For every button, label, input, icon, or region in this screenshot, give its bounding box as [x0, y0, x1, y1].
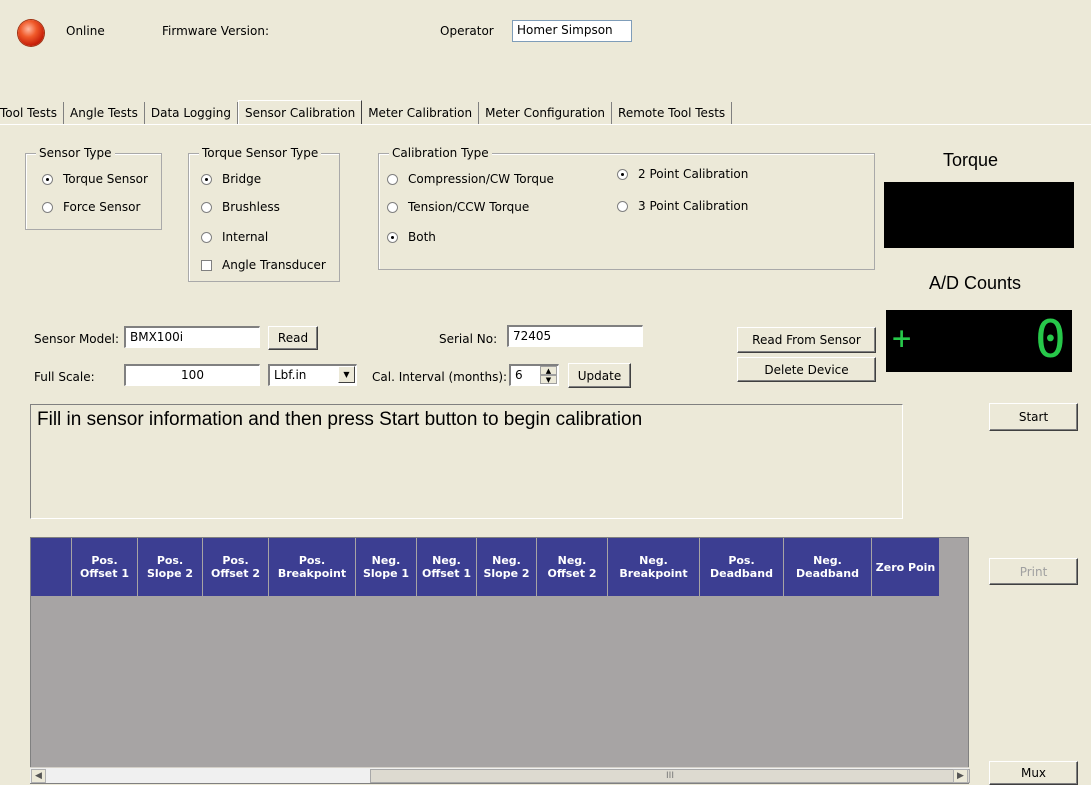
grid-header-cell[interactable]: Neg. Slope 2 — [477, 538, 537, 596]
checkbox-label: Angle Transducer — [222, 258, 326, 272]
full-scale-input[interactable]: 100 — [124, 364, 260, 386]
internal-radio[interactable]: Internal — [201, 230, 268, 244]
grid-header-cell[interactable]: Pos. Offset 1 — [72, 538, 138, 596]
grid-horizontal-scrollbar[interactable]: ◀ III ▶ — [30, 767, 970, 783]
radio-label: 3 Point Calibration — [638, 199, 749, 213]
radio-label: Both — [408, 230, 436, 244]
full-scale-label: Full Scale: — [34, 370, 95, 384]
two-point-radio[interactable]: 2 Point Calibration — [617, 167, 748, 181]
operator-label: Operator — [440, 24, 494, 38]
force-sensor-radio[interactable]: Force Sensor — [42, 200, 140, 214]
radio-icon — [387, 173, 398, 185]
mux-button[interactable]: Mux — [989, 761, 1078, 785]
ad-digit: 0 — [1034, 310, 1066, 370]
spin-down-icon[interactable]: ▼ — [540, 375, 557, 384]
sensor-model-label: Sensor Model: — [34, 332, 120, 346]
tab-angle-tests[interactable]: Angle Tests — [64, 102, 145, 124]
radio-icon — [201, 173, 212, 185]
both-radio[interactable]: Both — [387, 230, 436, 244]
read-from-sensor-button[interactable]: Read From Sensor — [737, 327, 876, 353]
bridge-radio[interactable]: Bridge — [201, 172, 261, 186]
delete-device-button[interactable]: Delete Device — [737, 357, 876, 382]
start-button[interactable]: Start — [989, 403, 1078, 431]
radio-label: Compression/CW Torque — [408, 172, 554, 186]
grid-header-cell[interactable]: Neg. Slope 1 — [356, 538, 417, 596]
grid-header-cell[interactable]: Neg. Offset 1 — [417, 538, 477, 596]
grid-header: Pos. Offset 1 Pos. Slope 2 Pos. Offset 2… — [31, 538, 940, 596]
torque-sensor-type-title: Torque Sensor Type — [199, 146, 322, 160]
serial-no-input[interactable]: 72405 — [507, 325, 643, 347]
ad-sign: + — [892, 319, 912, 357]
cal-interval-value: 6 — [515, 368, 523, 382]
scroll-left-icon[interactable]: ◀ — [31, 769, 46, 783]
torque-label: Torque — [943, 150, 999, 170]
grid-header-cell[interactable]: Pos. Deadband — [700, 538, 784, 596]
tab-meter-configuration[interactable]: Meter Configuration — [479, 102, 613, 124]
update-button[interactable]: Update — [568, 363, 631, 388]
read-button[interactable]: Read — [268, 326, 318, 350]
tab-sensor-calibration[interactable]: Sensor Calibration — [237, 100, 363, 124]
angle-transducer-checkbox[interactable]: Angle Transducer — [201, 258, 326, 272]
grid-header-corner — [31, 538, 72, 596]
radio-label: Brushless — [222, 200, 280, 214]
sensor-type-title: Sensor Type — [36, 146, 115, 160]
operator-field[interactable]: Homer Simpson — [512, 20, 632, 42]
spin-buttons[interactable]: ▲ ▼ — [540, 366, 557, 384]
three-point-radio[interactable]: 3 Point Calibration — [617, 199, 748, 213]
radio-icon — [42, 201, 53, 213]
tab-divider — [0, 124, 1091, 125]
radio-icon — [387, 231, 398, 243]
scroll-right-icon[interactable]: ▶ — [953, 769, 968, 783]
radio-label: 2 Point Calibration — [638, 167, 749, 181]
grid-header-cell[interactable]: Pos. Breakpoint — [269, 538, 356, 596]
tab-meter-calibration[interactable]: Meter Calibration — [362, 102, 480, 124]
online-status: Online — [66, 24, 105, 38]
radio-icon — [42, 173, 53, 185]
cal-interval-label: Cal. Interval (months): — [372, 370, 508, 384]
ad-counts-display: + 0 — [886, 310, 1072, 372]
radio-icon — [201, 231, 212, 243]
radio-label: Tension/CCW Torque — [408, 200, 530, 214]
spin-up-icon[interactable]: ▲ — [540, 366, 557, 375]
radio-label: Internal — [222, 230, 269, 244]
grid-header-cell[interactable]: Neg. Offset 2 — [537, 538, 608, 596]
brushless-radio[interactable]: Brushless — [201, 200, 280, 214]
instruction-message: Fill in sensor information and then pres… — [30, 404, 903, 519]
ad-counts-label: A/D Counts — [929, 273, 1022, 293]
tab-tool-tests[interactable]: Tool Tests — [0, 102, 65, 124]
status-led-icon — [18, 20, 44, 46]
calibration-type-group: Calibration Type Compression/CW Torque T… — [378, 146, 875, 270]
sensor-model-input[interactable]: BMX100i — [124, 326, 260, 348]
torque-display — [884, 182, 1074, 248]
print-button[interactable]: Print — [989, 558, 1078, 585]
grid-header-cell[interactable]: Neg. Breakpoint — [608, 538, 700, 596]
grid-header-cell[interactable]: Neg. Deadband — [784, 538, 872, 596]
sensor-type-group: Sensor Type Torque Sensor Force Sensor — [25, 146, 162, 230]
radio-icon — [617, 168, 628, 180]
radio-icon — [617, 200, 628, 212]
scroll-thumb[interactable]: III — [370, 769, 970, 783]
calibration-type-title: Calibration Type — [389, 146, 492, 160]
tab-remote-tool-tests[interactable]: Remote Tool Tests — [612, 102, 733, 124]
radio-label: Torque Sensor — [63, 172, 148, 186]
grid-header-cell[interactable]: Pos. Slope 2 — [138, 538, 203, 596]
tab-data-logging[interactable]: Data Logging — [145, 102, 238, 124]
compression-cw-radio[interactable]: Compression/CW Torque — [387, 172, 554, 186]
checkbox-icon — [201, 259, 212, 271]
radio-icon — [387, 201, 398, 213]
grid-header-cell[interactable]: Zero Poin — [872, 538, 940, 596]
calibration-results-grid[interactable]: Pos. Offset 1 Pos. Slope 2 Pos. Offset 2… — [30, 537, 969, 784]
torque-sensor-type-group: Torque Sensor Type Bridge Brushless Inte… — [188, 146, 340, 282]
tension-ccw-radio[interactable]: Tension/CCW Torque — [387, 200, 529, 214]
radio-label: Force Sensor — [63, 200, 141, 214]
radio-icon — [201, 201, 212, 213]
firmware-label: Firmware Version: — [162, 24, 269, 38]
grid-header-cell[interactable]: Pos. Offset 2 — [203, 538, 269, 596]
radio-label: Bridge — [222, 172, 262, 186]
chevron-down-icon[interactable]: ▼ — [338, 366, 355, 383]
torque-sensor-radio[interactable]: Torque Sensor — [42, 172, 148, 186]
tab-bar: Tool Tests Angle Tests Data Logging Sens… — [0, 100, 733, 124]
unit-select-value: Lbf.in — [274, 368, 307, 382]
serial-no-label: Serial No: — [439, 332, 498, 346]
